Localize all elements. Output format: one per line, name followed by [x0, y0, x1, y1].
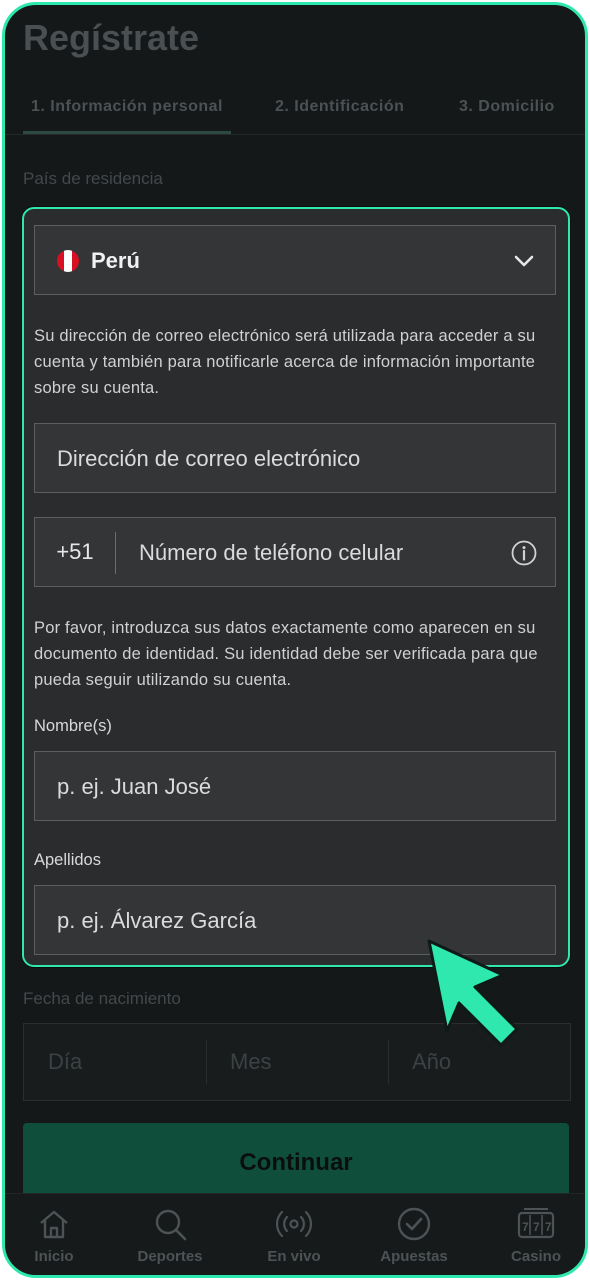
first-name-placeholder: p. ej. Juan José: [57, 774, 212, 799]
tab-identification[interactable]: 2. Identificación: [275, 98, 404, 116]
nav-label: Casino: [510, 1248, 561, 1265]
peru-flag-icon: [57, 250, 79, 272]
live-icon: [276, 1210, 312, 1238]
phone-prefix[interactable]: +51: [35, 518, 115, 586]
svg-text:7: 7: [545, 1220, 552, 1234]
email-note: Su dirección de correo electrónico será …: [34, 327, 536, 397]
check-circle-icon: [397, 1207, 431, 1241]
svg-text:7: 7: [522, 1220, 529, 1234]
step-tabs: 1. Información personal 2. Identificació…: [5, 90, 585, 135]
pointer-arrow-icon: [427, 939, 519, 1047]
nav-label: En vivo: [267, 1248, 321, 1265]
chevron-down-icon: [514, 255, 534, 267]
tab-address[interactable]: 3. Domicilio: [459, 98, 555, 116]
nav-item-deportes[interactable]: Deportes: [115, 1194, 225, 1265]
phone-placeholder: Número de teléfono celular: [139, 540, 404, 565]
country-value: Perú: [91, 248, 140, 273]
continue-button[interactable]: Continuar: [23, 1123, 569, 1203]
nav-label: Deportes: [137, 1248, 203, 1265]
identity-note: Por favor, introduzca sus datos exactame…: [34, 619, 538, 689]
email-placeholder: Dirección de correo electrónico: [57, 446, 361, 471]
phone-field[interactable]: +51 Número de teléfono celular: [34, 517, 556, 587]
nav-item-inicio[interactable]: Inicio: [5, 1194, 109, 1265]
last-name-label: Apellidos: [34, 851, 101, 869]
bottom-nav: Inicio Deportes En vivo Apuestas 7 7 7 C…: [5, 1193, 585, 1275]
country-select[interactable]: Perú: [34, 225, 556, 295]
slot-machine-icon: 7 7 7: [517, 1208, 555, 1239]
last-name-placeholder: p. ej. Álvarez García: [57, 908, 257, 933]
dob-month-field[interactable]: Mes: [206, 1024, 388, 1100]
page-title: Regístrate: [23, 17, 200, 58]
home-icon: [40, 1210, 68, 1239]
highlighted-form-card: Perú Su dirección de correo electrónico …: [22, 207, 570, 967]
first-name-label: Nombre(s): [34, 717, 112, 735]
nav-label: Apuestas: [380, 1248, 448, 1265]
tab-personal-info[interactable]: 1. Información personal: [31, 98, 223, 116]
device-frame: Regístrate 1. Información personal 2. Id…: [2, 2, 588, 1278]
svg-text:7: 7: [533, 1220, 540, 1234]
dob-day-field[interactable]: Día: [24, 1024, 206, 1100]
divider: [115, 532, 116, 574]
nav-label: Inicio: [34, 1248, 74, 1265]
search-icon: [155, 1209, 187, 1241]
country-label: País de residencia: [23, 169, 163, 188]
nav-item-apuestas[interactable]: Apuestas: [359, 1194, 469, 1265]
first-name-field[interactable]: p. ej. Juan José: [34, 751, 556, 821]
nav-item-casino[interactable]: 7 7 7 Casino: [481, 1194, 585, 1265]
dob-label: Fecha de nacimiento: [23, 989, 181, 1008]
nav-item-en-vivo[interactable]: En vivo: [239, 1194, 349, 1265]
active-tab-indicator: [23, 131, 231, 134]
email-field[interactable]: Dirección de correo electrónico: [34, 423, 556, 493]
info-icon[interactable]: [511, 540, 537, 566]
